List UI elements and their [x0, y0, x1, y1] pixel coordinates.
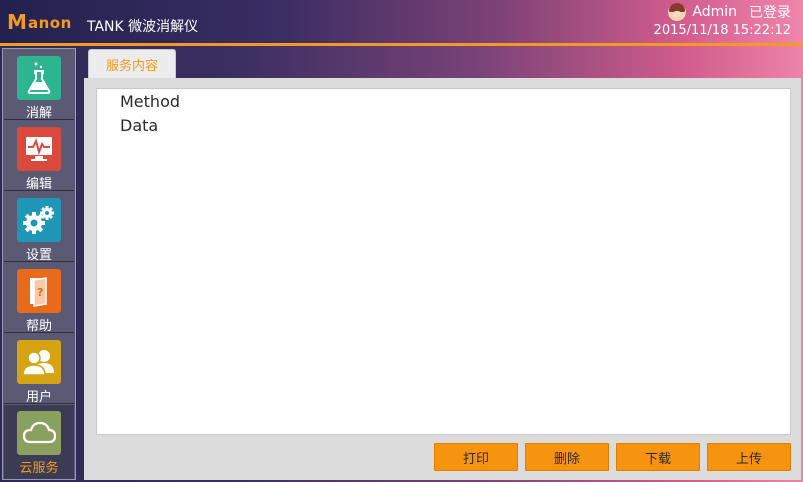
cloud-icon: [17, 411, 61, 455]
user-name: Admin: [692, 4, 737, 20]
sidebar-item-digestion[interactable]: 消解: [4, 50, 74, 121]
sidebar-item-label: 设置: [25, 248, 52, 263]
avatar-icon: [668, 3, 687, 21]
datetime: 2015/11/18 15:22:12: [653, 23, 791, 38]
app-title: TANK 微波消解仪: [87, 19, 199, 35]
sidebar-item-label: 消解: [25, 106, 52, 121]
sidebar-item-settings[interactable]: 设置: [4, 192, 74, 263]
upload-button[interactable]: 上传: [707, 443, 791, 471]
list-item-data[interactable]: Data: [120, 116, 158, 135]
sidebar-item-help[interactable]: ? 帮助: [4, 263, 74, 334]
brand-logo: Manon: [7, 10, 72, 34]
sidebar: 消解 编辑 设置 ? 帮助 用户 云服务: [2, 48, 76, 480]
svg-text:?: ?: [37, 286, 43, 299]
delete-button[interactable]: 删除: [525, 443, 609, 471]
sidebar-item-edit[interactable]: 编辑: [4, 121, 74, 192]
flask-icon: [17, 56, 61, 100]
sidebar-item-users[interactable]: 用户: [4, 334, 74, 405]
list-item-method[interactable]: Method: [120, 92, 180, 111]
sidebar-item-label: 帮助: [25, 319, 52, 334]
download-button[interactable]: 下载: [616, 443, 700, 471]
service-list: Method Data: [96, 88, 791, 435]
user-status: Admin 已登录: [668, 3, 791, 21]
gears-icon: [17, 198, 61, 242]
title-bar: Manon TANK 微波消解仪 Admin 已登录 2015/11/18 15…: [0, 0, 803, 44]
monitor-pulse-icon: [17, 127, 61, 171]
sidebar-item-cloud-service[interactable]: 云服务: [4, 405, 74, 479]
sidebar-item-label: 用户: [25, 390, 52, 405]
help-book-icon: ?: [17, 269, 61, 313]
sidebar-item-label: 编辑: [25, 177, 52, 192]
sidebar-item-label: 云服务: [19, 461, 59, 476]
print-button[interactable]: 打印: [434, 443, 518, 471]
login-status: 已登录: [749, 5, 791, 21]
users-icon: [17, 340, 61, 384]
tab-service-content[interactable]: 服务内容: [88, 49, 176, 79]
